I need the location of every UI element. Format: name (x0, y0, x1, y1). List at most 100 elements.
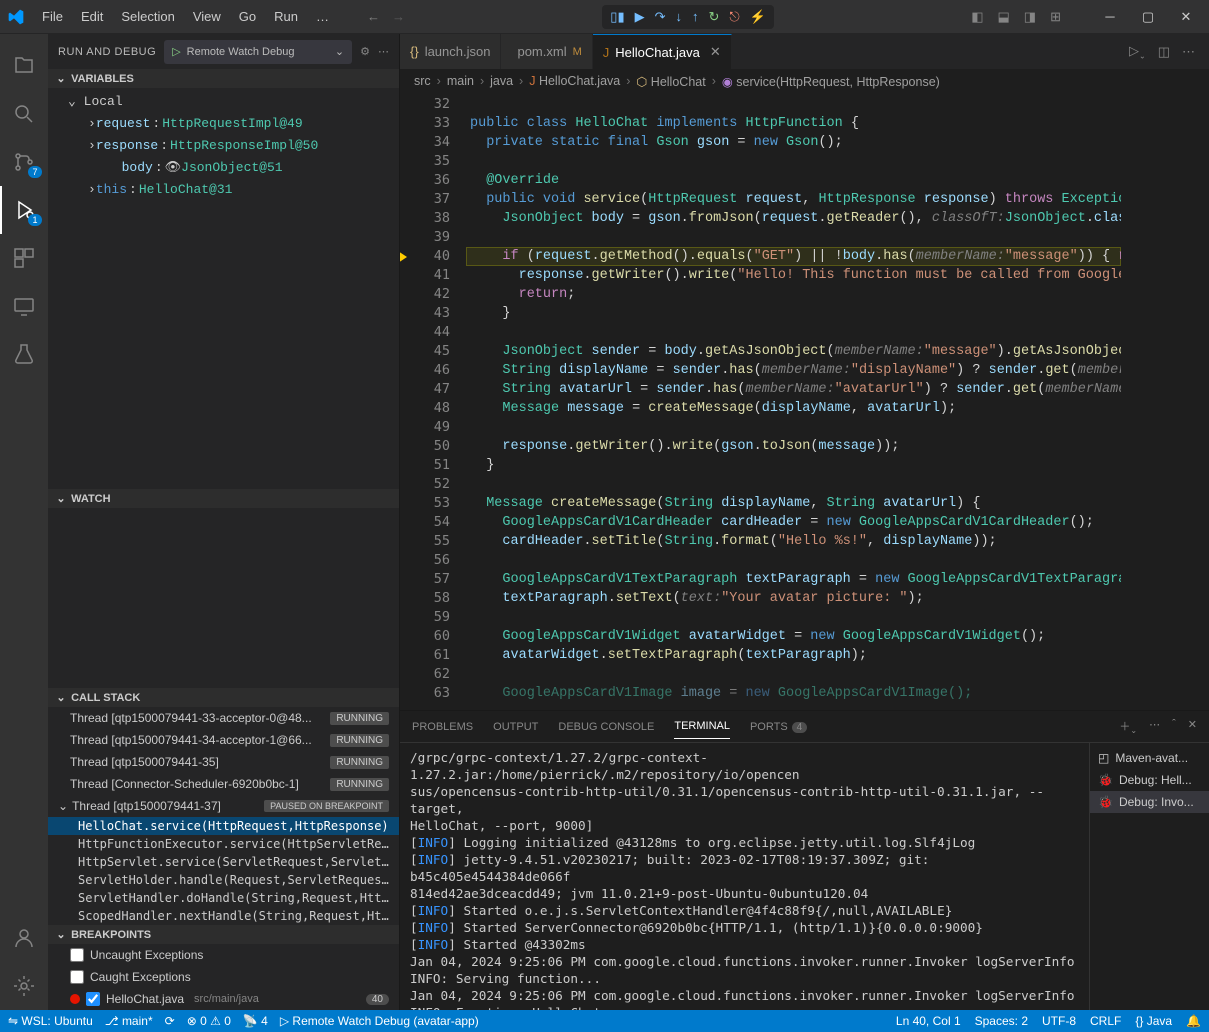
wsl-indicator[interactable]: ⇋ WSL: Ubuntu (8, 1014, 93, 1028)
debug-config-selector[interactable]: ▷ Remote Watch Debug ⌄ (164, 40, 352, 64)
disconnect-icon[interactable]: ⎋ (729, 9, 739, 25)
continue-icon[interactable]: ▶ (635, 9, 645, 25)
nav-back-icon[interactable]: ← (367, 9, 380, 24)
panel-tab-ports[interactable]: PORTS4 (750, 715, 807, 739)
panel-more-icon[interactable]: ⋯ (1149, 718, 1160, 735)
menu-go[interactable]: Go (231, 4, 264, 29)
cursor-pos[interactable]: Ln 40, Col 1 (896, 1014, 961, 1028)
var-response[interactable]: › response: HttpResponseImpl@50 (48, 134, 399, 156)
thread-paused[interactable]: ⌄Thread [qtp1500079441-37]PAUSED ON BREA… (48, 795, 399, 817)
new-terminal-icon[interactable]: ＋⌄ (1119, 718, 1137, 735)
bp-file[interactable]: HelloChat.java src/main/java 40 (48, 988, 399, 1010)
run-current-icon[interactable]: ▷⌄ (1129, 43, 1146, 61)
stack-frame[interactable]: ServletHolder.handle(Request,ServletRequ… (48, 871, 399, 889)
debug-icon[interactable]: 1 (0, 186, 48, 234)
terminal-output[interactable]: /grpc/grpc-context/1.27.2/grpc-context-1… (400, 743, 1089, 1010)
scm-icon[interactable]: 7 (0, 138, 48, 186)
play-icon[interactable]: ▷ (172, 45, 180, 58)
breadcrumb-part[interactable]: ◉ service(HttpRequest, HttpResponse) (722, 74, 940, 89)
panel-close-icon[interactable]: ✕ (1188, 718, 1197, 735)
breadcrumb-part[interactable]: java (490, 74, 513, 88)
gear-icon[interactable] (0, 962, 48, 1010)
breadcrumb[interactable]: src›main›java›J HelloChat.java›⬡ HelloCh… (400, 69, 1209, 93)
breakpoints-section[interactable]: ⌄ BREAKPOINTS (48, 925, 399, 944)
bp-uncaught[interactable]: Uncaught Exceptions (48, 944, 399, 966)
thread[interactable]: Thread [Connector-Scheduler-6920b0bc-1]R… (48, 773, 399, 795)
var-request[interactable]: › request: HttpRequestImpl@49 (48, 112, 399, 134)
menu-file[interactable]: File (34, 4, 71, 29)
layout-icon[interactable]: ◧ (971, 9, 983, 25)
breadcrumb-part[interactable]: J HelloChat.java (529, 74, 620, 88)
terminal-item[interactable]: 🐞Debug: Hell... (1090, 769, 1209, 791)
watch-section[interactable]: ⌄ WATCH (48, 489, 399, 508)
hotswap-icon[interactable]: ⚡ (750, 9, 766, 25)
extensions-icon[interactable] (0, 234, 48, 282)
close-window-button[interactable]: ✕ (1171, 2, 1201, 32)
tab-HelloChat.java[interactable]: JHelloChat.java✕ (593, 34, 732, 69)
nav-fwd-icon[interactable]: → (392, 9, 405, 24)
menu-selection[interactable]: Selection (113, 4, 182, 29)
search-icon[interactable] (0, 90, 48, 138)
maximize-button[interactable]: ▢ (1133, 2, 1163, 32)
minimap[interactable] (1121, 93, 1209, 710)
test-icon[interactable] (0, 330, 48, 378)
minimize-button[interactable]: ─ (1095, 2, 1125, 32)
step-out-icon[interactable]: ↑ (692, 9, 699, 24)
pause-icon[interactable]: ▯▮ (610, 9, 624, 25)
menu-edit[interactable]: Edit (73, 4, 111, 29)
code-editor[interactable]: 3233343536373839404142434445464748495051… (400, 93, 1209, 710)
indent-status[interactable]: Spaces: 2 (975, 1014, 1028, 1028)
thread[interactable]: Thread [qtp1500079441-34-acceptor-1@66..… (48, 729, 399, 751)
tab-pom.xml[interactable]: pom.xmlM (501, 34, 592, 69)
layout-side-icon[interactable]: ◨ (1024, 9, 1036, 25)
close-icon[interactable]: ✕ (710, 44, 721, 60)
git-branch[interactable]: ⎇ main* (105, 1014, 153, 1028)
split-icon[interactable]: ◫ (1158, 44, 1170, 60)
var-this[interactable]: › this: HelloChat@31 (48, 178, 399, 200)
thread[interactable]: Thread [qtp1500079441-33-acceptor-0@48..… (48, 707, 399, 729)
menu-run[interactable]: Run (266, 4, 306, 29)
thread[interactable]: Thread [qtp1500079441-35]RUNNING (48, 751, 399, 773)
language-status[interactable]: {} Java (1135, 1014, 1172, 1028)
step-into-icon[interactable]: ↓ (676, 9, 683, 24)
gear-config-icon[interactable]: ⚙ (360, 45, 370, 58)
remote-icon[interactable] (0, 282, 48, 330)
ports-status[interactable]: 📡 4 (243, 1014, 268, 1028)
stack-frame[interactable]: HttpFunctionExecutor.service(HttpServlet… (48, 835, 399, 853)
menu-…[interactable]: … (308, 4, 337, 29)
encoding-status[interactable]: UTF-8 (1042, 1014, 1076, 1028)
stack-frame[interactable]: ScopedHandler.nextHandle(String,Request,… (48, 907, 399, 925)
variables-scope-local[interactable]: ⌄ Local (48, 90, 399, 112)
tab-launch.json[interactable]: {}launch.json (400, 34, 501, 69)
stack-frame[interactable]: HelloChat.service(HttpRequest,HttpRespon… (48, 817, 399, 835)
customize-layout-icon[interactable]: ⊞ (1050, 9, 1061, 25)
more-editor-icon[interactable]: ⋯ (1182, 44, 1195, 60)
sync-icon[interactable]: ⟳ (165, 1014, 175, 1028)
breadcrumb-part[interactable]: main (447, 74, 474, 88)
panel-up-icon[interactable]: ˆ (1172, 718, 1176, 735)
more-icon[interactable]: ⋯ (378, 45, 389, 58)
var-body[interactable]: body: 👁 JsonObject@51 (48, 156, 399, 178)
panel-tab-problems[interactable]: PROBLEMS (412, 715, 473, 739)
restart-icon[interactable]: ↻ (709, 9, 720, 25)
debug-status[interactable]: ▷ Remote Watch Debug (avatar-app) (280, 1014, 479, 1028)
variables-section[interactable]: ⌄ VARIABLES (48, 69, 399, 88)
step-over-icon[interactable]: ↷ (655, 9, 666, 25)
panel-tab-output[interactable]: OUTPUT (493, 715, 538, 739)
panel-tab-terminal[interactable]: TERMINAL (674, 714, 730, 739)
panel-tab-debug console[interactable]: DEBUG CONSOLE (558, 715, 654, 739)
layout-panel-icon[interactable]: ⬓ (998, 9, 1010, 25)
menu-view[interactable]: View (185, 4, 229, 29)
stack-frame[interactable]: ServletHandler.doHandle(String,Request,H… (48, 889, 399, 907)
stack-frame[interactable]: HttpServlet.service(ServletRequest,Servl… (48, 853, 399, 871)
eol-status[interactable]: CRLF (1090, 1014, 1121, 1028)
callstack-section[interactable]: ⌄ CALL STACK (48, 688, 399, 707)
explorer-icon[interactable] (0, 42, 48, 90)
breadcrumb-part[interactable]: src (414, 74, 431, 88)
terminal-item[interactable]: ◰Maven-avat... (1090, 747, 1209, 769)
bp-caught[interactable]: Caught Exceptions (48, 966, 399, 988)
problems-status[interactable]: ⊗ 0 ⚠ 0 (187, 1014, 231, 1028)
account-icon[interactable] (0, 914, 48, 962)
bell-icon[interactable]: 🔔 (1186, 1014, 1201, 1028)
terminal-item[interactable]: 🐞Debug: Invo... (1090, 791, 1209, 813)
